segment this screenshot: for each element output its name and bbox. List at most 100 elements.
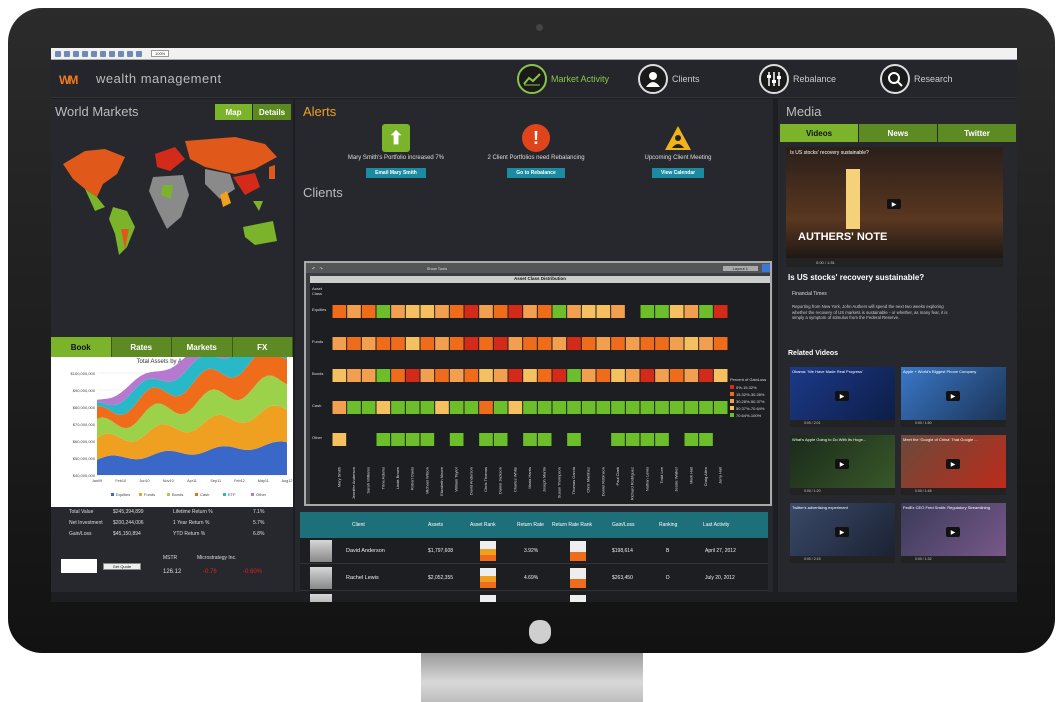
heatmap-cell[interactable] [640,337,655,350]
heatmap-cell[interactable] [625,369,640,382]
tab-videos[interactable]: Videos [780,124,858,142]
heatmap-cell[interactable] [479,305,493,318]
client-name[interactable]: David Anderson [346,548,385,554]
go-rebalance-button[interactable]: Go to Rebalance [507,168,565,178]
heatmap-cell[interactable] [567,369,581,382]
heatmap-cell[interactable] [567,337,581,350]
details-button[interactable]: Details [253,104,291,120]
heatmap-cell[interactable] [361,337,376,350]
heatmap-cell[interactable] [625,401,640,414]
heatmap-cell[interactable] [640,369,655,382]
nav-market-activity[interactable]: Market Activity [517,63,609,95]
view-calendar-button[interactable]: View Calendar [651,168,705,178]
tab-book[interactable]: Book [51,337,112,357]
heatmap-cell[interactable] [479,433,493,446]
heatmap-cell[interactable] [493,433,508,446]
play-icon[interactable]: ▶ [946,391,960,401]
zoom-select[interactable]: 100% [151,50,170,57]
heatmap-cell[interactable] [332,369,347,382]
heatmap-cell[interactable] [493,401,508,414]
heatmap-cell[interactable] [537,305,552,318]
heatmap-cell[interactable] [420,401,435,414]
related-video[interactable]: Apple + World's Biggest Phone Company ▶ 0:… [901,367,1006,427]
heatmap-cell[interactable] [347,337,361,350]
related-video[interactable]: FedEx CEO Fred Smith: Regulatory Streaml… [901,503,1006,563]
heatmap-cell[interactable] [523,305,537,318]
edit-icon[interactable] [118,50,124,57]
heatmap-cell[interactable] [640,305,655,318]
heatmap-cell[interactable] [699,401,713,414]
heatmap-cell[interactable] [713,305,728,318]
heatmap-cell[interactable] [391,433,405,446]
heatmap-cell[interactable] [699,433,713,446]
heatmap-cell[interactable] [537,369,552,382]
heatmap-cell[interactable] [655,433,669,446]
heatmap-cell[interactable] [332,337,347,350]
heatmap-cell[interactable] [464,401,479,414]
table-row[interactable]: Rachel Lewis $2,052,355 4.69% $263,450 D July… [300,565,768,591]
heatmap-cell[interactable] [669,369,684,382]
heatmap-cell[interactable] [596,401,611,414]
heatmap-cell[interactable] [611,401,625,414]
heatmap-cell[interactable] [420,433,435,446]
heatmap-cell[interactable] [567,305,581,318]
layout-select[interactable]: Layout 1 [722,265,758,271]
heatmap-cell[interactable] [361,305,376,318]
column-header[interactable]: Return Rate [517,522,544,528]
heatmap-cell[interactable] [508,401,523,414]
heatmap-cell[interactable] [347,305,361,318]
heatmap-cell[interactable] [655,337,669,350]
undo-icon[interactable] [127,50,133,57]
heatmap-cell[interactable] [493,369,508,382]
heatmap-cell[interactable] [684,369,699,382]
show-tools-button[interactable]: Show Tools [427,266,447,271]
table-row[interactable]: David Anderson $1,797,608 3.92% $198,614 B Ap… [300,538,768,564]
play-icon[interactable]: ▶ [835,527,849,537]
heatmap-cell[interactable] [420,337,435,350]
client-name[interactable]: Rachel Lewis [346,575,379,581]
column-header[interactable]: Return Rate Rank [552,522,592,528]
refresh-icon[interactable] [73,50,79,57]
heatmap-cell[interactable] [611,337,625,350]
heatmap-cell[interactable] [523,401,537,414]
heatmap-cell[interactable] [376,305,391,318]
heatmap-cell[interactable] [405,337,420,350]
heatmap-cell[interactable] [479,401,493,414]
heatmap-cell[interactable] [581,401,596,414]
column-header[interactable]: Gain/Loss [612,522,635,528]
email-mary-button[interactable]: Email Mary Smith [366,168,426,178]
related-video[interactable]: Twitter's advertising experiment ▶ 0:00 / … [790,503,895,563]
related-video[interactable]: What's Apple Going to Do With Its Huge..… [790,435,895,495]
heatmap-cell[interactable] [376,337,391,350]
print-icon[interactable] [91,50,97,57]
heatmap-cell[interactable] [523,369,537,382]
heatmap-cell[interactable] [699,337,713,350]
heatmap-cell[interactable] [581,369,596,382]
heatmap-cell[interactable] [435,401,449,414]
related-video[interactable]: Meet the 'Google of China' That Google .… [901,435,1006,495]
world-map[interactable] [55,129,291,269]
heatmap-cell[interactable] [420,305,435,318]
heatmap-cell[interactable] [449,433,464,446]
get-quote-button[interactable]: Get Quote [103,563,141,570]
heatmap-cell[interactable] [684,305,699,318]
tab-rates[interactable]: Rates [111,337,172,357]
heatmap-cell[interactable] [376,401,391,414]
heatmap-cell[interactable] [713,337,728,350]
export-icon[interactable] [109,50,115,57]
heatmap-cell[interactable] [435,337,449,350]
heatmap-cell[interactable] [347,401,361,414]
heatmap-cell[interactable] [625,433,640,446]
main-video-player[interactable]: Is US stocks' recovery sustainable? ▶ AU… [786,147,1003,267]
nav-clients[interactable]: Clients [638,63,700,95]
tab-fx[interactable]: FX [232,337,293,357]
heatmap-cell[interactable] [669,305,684,318]
heatmap-cell[interactable] [479,337,493,350]
heatmap-cell[interactable] [567,433,581,446]
heatmap-cell[interactable] [581,337,596,350]
heatmap-cell[interactable] [376,433,391,446]
undo-icon[interactable]: ↶ [312,266,315,271]
heatmap-cell[interactable] [464,337,479,350]
heatmap-cell[interactable] [361,369,376,382]
heatmap-cell[interactable] [449,401,464,414]
